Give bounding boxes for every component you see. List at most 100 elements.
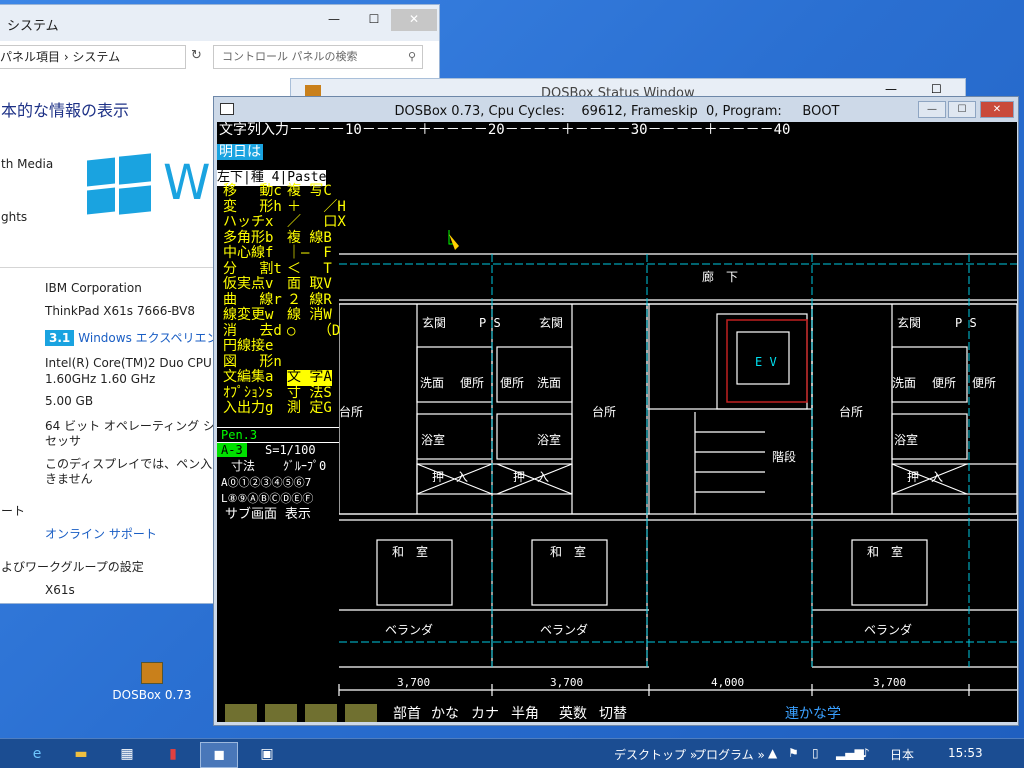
input-text[interactable]: 明日は <box>217 144 263 160</box>
function-key-slot[interactable] <box>345 704 377 722</box>
right-menu-item[interactable]: ２ 線R <box>287 292 332 309</box>
left-menu-item[interactable]: 曲 線r <box>223 292 282 309</box>
clock[interactable]: 15:53 <box>948 746 983 760</box>
dosbox-desktop-icon[interactable]: DOSBox 0.73 <box>110 662 194 702</box>
side-item[interactable]: ghts <box>1 210 27 224</box>
ime-item[interactable]: カナ <box>471 703 499 722</box>
group-button[interactable]: ｸﾞﾙｰﾌﾟ0 <box>279 459 330 473</box>
breadcrumb-text: パネル項目 › システム <box>0 50 121 64</box>
maximize-button[interactable]: ☐ <box>931 82 942 96</box>
online-support-link[interactable]: オンライン サポート <box>45 525 157 542</box>
left-menu-item[interactable]: ｵﾌﾟｼｮﾝs <box>223 385 273 402</box>
side-item[interactable]: th Media <box>1 157 53 171</box>
left-menu-item[interactable]: 消 去d <box>223 323 282 340</box>
cpu-value: Intel(R) Core(TM)2 Duo CPU <box>45 356 212 370</box>
left-menu-item[interactable]: 多角形b <box>223 230 273 247</box>
right-menu-item[interactable]: ＜ T <box>287 261 332 278</box>
label-entrance: 玄関 <box>539 316 564 330</box>
label-kitchen: 台所 <box>592 405 617 419</box>
label-kitchen: 台所 <box>839 405 864 419</box>
show-hidden-icons-icon[interactable]: ▲ <box>768 746 777 760</box>
remote-desktop-icon[interactable]: ▣ <box>248 742 286 768</box>
right-menu-item[interactable]: 文 字A <box>287 369 332 386</box>
battery-icon[interactable]: ▯ <box>812 746 819 760</box>
breadcrumb[interactable]: パネル項目 › システム <box>0 45 186 69</box>
section-label: ート <box>1 504 26 518</box>
maximize-button[interactable]: ☐ <box>948 101 976 118</box>
dosbox-titlebar[interactable]: DOSBox 0.73, Cpu Cycles: 69612, Frameski… <box>214 97 1018 123</box>
search-placeholder: コントロール パネルの検索 <box>222 50 358 63</box>
layer-row-2[interactable]: L⑧⑨ⒶⒷⒸⒹⒺⒻ <box>217 492 317 506</box>
left-menu-item[interactable]: 入出力g <box>223 400 273 417</box>
function-key-slot[interactable] <box>305 704 337 722</box>
system-window-titlebar[interactable]: システム — ☐ ✕ <box>0 5 439 41</box>
right-menu-item[interactable]: 面 取V <box>287 276 332 293</box>
scale-value[interactable]: S=1/100 <box>261 443 320 457</box>
page-heading: 本的な情報の表示 <box>1 101 130 120</box>
left-menu-item[interactable]: 円線接e <box>223 338 273 355</box>
layer-row-1[interactable]: A⓪①②③④⑤⑥7 <box>217 476 315 490</box>
flag-icon[interactable]: ⚑ <box>788 746 799 760</box>
function-key-slot[interactable] <box>225 704 257 722</box>
network-icon[interactable]: ▂▄▆ <box>836 746 864 760</box>
right-menu-item[interactable]: ＋ ／H <box>287 199 346 216</box>
sub-screen-button[interactable]: サブ画面 表示 <box>221 508 315 522</box>
internet-explorer-icon[interactable]: e <box>18 742 56 768</box>
desktop-toolbar[interactable]: デスクトップ » <box>614 746 697 763</box>
label-washroom: 洗面 <box>420 376 445 390</box>
system-window-title: システム <box>7 19 59 34</box>
right-menu-item[interactable]: 線 消W <box>287 307 332 324</box>
ime-item[interactable]: 半角 <box>511 703 539 722</box>
label-closet: 押 入 <box>513 470 550 484</box>
right-menu-item[interactable]: ○ （D <box>287 323 340 340</box>
minimize-button[interactable]: — <box>885 82 897 96</box>
left-menu-item[interactable]: 文編集a <box>223 369 273 386</box>
minimize-button[interactable]: — <box>918 101 946 118</box>
right-menu-item[interactable]: 寸 法S <box>287 385 332 402</box>
paper-size[interactable]: A-3 <box>217 443 247 457</box>
file-explorer-icon[interactable]: ▬ <box>62 742 100 768</box>
left-menu-item[interactable]: 図 形n <box>223 354 282 371</box>
refresh-icon[interactable]: ↻ <box>191 48 202 63</box>
left-menu-item[interactable]: ハッチx <box>223 214 273 231</box>
label-toilet: 便所 <box>972 376 997 390</box>
label-bath: 浴室 <box>537 433 562 447</box>
ime-bar: 部首 かな カナ 半角 英数 切替 連かな学 <box>217 700 1017 722</box>
search-input[interactable]: コントロール パネルの検索 ⚲ <box>213 45 423 69</box>
app-icon[interactable]: ▮ <box>154 742 192 768</box>
dimension-button[interactable]: 寸法 <box>227 459 259 473</box>
close-button[interactable]: ✕ <box>980 101 1014 118</box>
taskbar: e ▬ ▦ ▮ ◼ ▣ デスクトップ » プログラム » ▲ ⚑ ▯ ▂▄▆ ♪… <box>0 738 1024 768</box>
ime-item[interactable]: 切替 <box>599 703 627 722</box>
label-washitsu: 和 室 <box>867 545 904 559</box>
dosbox-taskbar-icon[interactable]: ◼ <box>200 742 238 768</box>
programs-toolbar[interactable]: プログラム » <box>694 746 765 763</box>
left-menu-item[interactable]: 中心線f <box>223 245 273 262</box>
ime-mode[interactable]: 連かな学 <box>785 703 841 722</box>
close-button[interactable]: ✕ <box>391 9 437 31</box>
ime-item[interactable]: 英数 <box>559 703 587 722</box>
left-menu-item[interactable]: 線変更w <box>223 307 273 324</box>
left-menu-item[interactable]: 仮実点v <box>223 276 273 293</box>
ruler-text: 文字列入力－－－－10－－－－＋－－－－20－－－－＋－－－－30－－－－＋－－… <box>219 122 791 138</box>
left-menu-item[interactable]: 分 割t <box>223 261 282 278</box>
right-menu-item[interactable]: 測 定G <box>287 400 332 417</box>
label-entrance: 玄関 <box>422 316 447 330</box>
calculator-icon[interactable]: ▦ <box>108 742 146 768</box>
volume-icon[interactable]: ♪ <box>862 746 870 760</box>
left-menu-item[interactable]: 変 形h <box>223 199 282 216</box>
right-menu-item[interactable]: ｜― F <box>287 245 332 262</box>
dos-screen[interactable]: 文字列入力－－－－10－－－－＋－－－－20－－－－＋－－－－30－－－－＋－－… <box>217 122 1017 722</box>
pen-status[interactable]: Pen.3 <box>217 427 339 443</box>
search-icon[interactable]: ⚲ <box>408 46 416 68</box>
right-menu-item[interactable]: 複 写C <box>287 183 332 200</box>
ime-item[interactable]: かな <box>431 703 459 722</box>
dosbox-title: DOSBox 0.73, Cpu Cycles: 69612, Frameski… <box>394 104 840 119</box>
right-menu-item[interactable]: ／ 口X <box>287 214 346 231</box>
left-menu-item[interactable]: 移 動c <box>223 183 282 200</box>
ime-item[interactable]: 部首 <box>393 703 421 722</box>
language-indicator[interactable]: 日本 <box>890 746 914 763</box>
right-menu-item[interactable]: 複 線B <box>287 230 332 247</box>
function-key-slot[interactable] <box>265 704 297 722</box>
label-washroom: 洗面 <box>537 376 562 390</box>
